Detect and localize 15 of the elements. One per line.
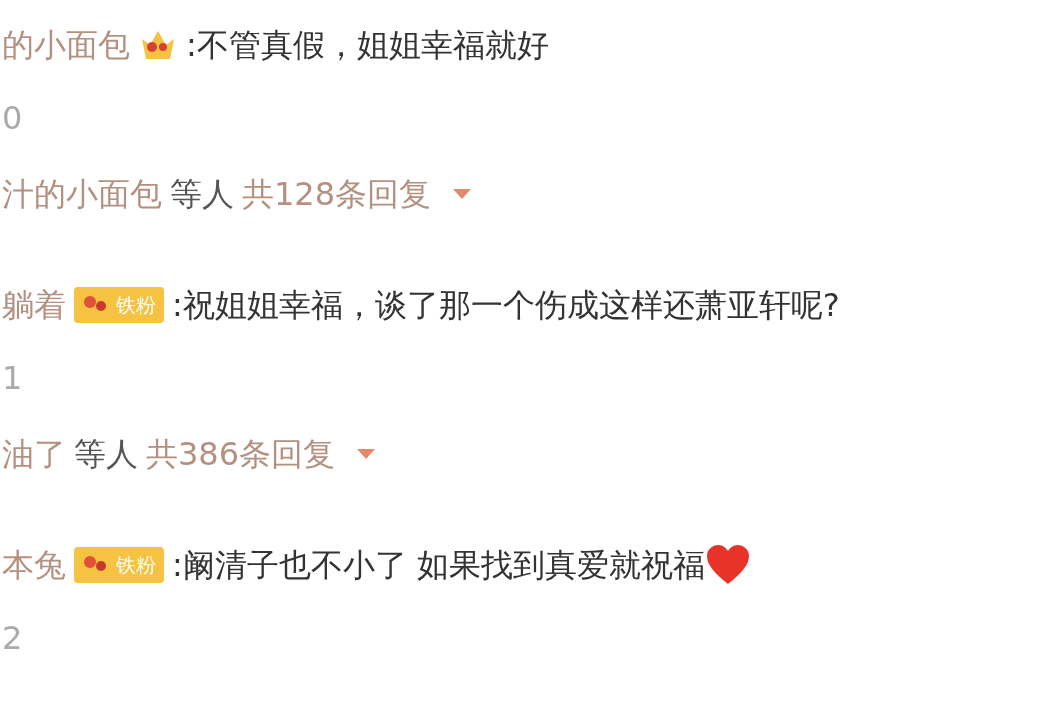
username-link[interactable]: 本兔 [2, 541, 66, 589]
comment-text: :阚清子也不小了 如果找到真爱就祝福 [172, 545, 705, 586]
like-count: 2 [2, 618, 23, 659]
caret-icon [451, 187, 474, 201]
fan-badge: 铁粉 [74, 287, 164, 323]
fan-badge: 铁粉 [74, 547, 164, 583]
comment-text: :不管真假，姐姐幸福就好 [186, 25, 549, 66]
like-count: 1 [2, 358, 23, 399]
caret-icon [355, 447, 378, 461]
comment-text: :祝姐姐幸福，谈了那一个伤成这样还萧亚轩呢? [172, 285, 840, 326]
replies-toggle[interactable]: 汁的小面包 等人 共128条回复 [2, 170, 474, 218]
replies-toggle[interactable]: 油了 等人 共386条回复 [2, 430, 378, 478]
like-count: 0 [2, 98, 23, 139]
username-link[interactable]: 躺着 [2, 281, 66, 329]
username-link[interactable]: 的小面包 [2, 21, 130, 69]
